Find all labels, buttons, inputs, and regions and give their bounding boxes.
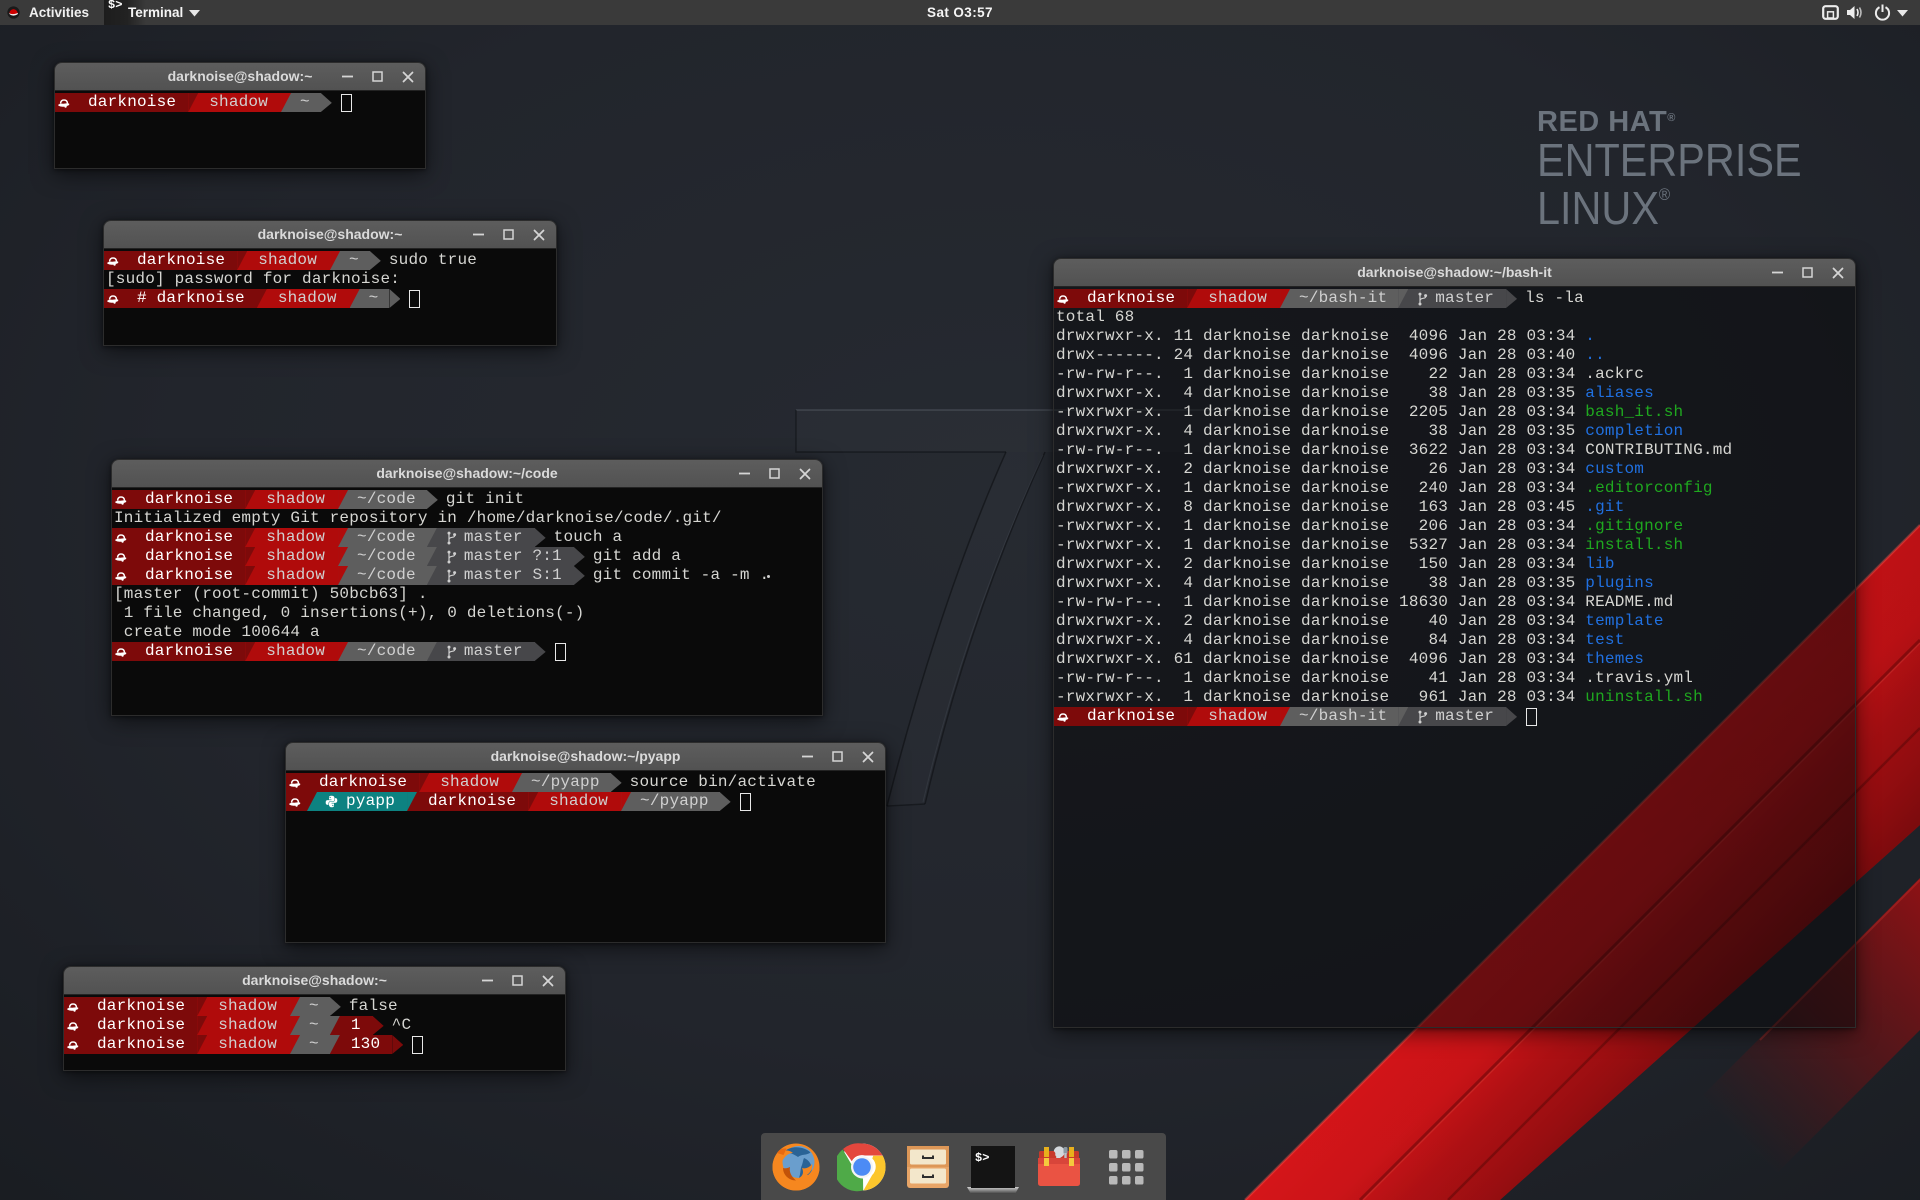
svg-text:$>: $> (975, 1151, 989, 1165)
